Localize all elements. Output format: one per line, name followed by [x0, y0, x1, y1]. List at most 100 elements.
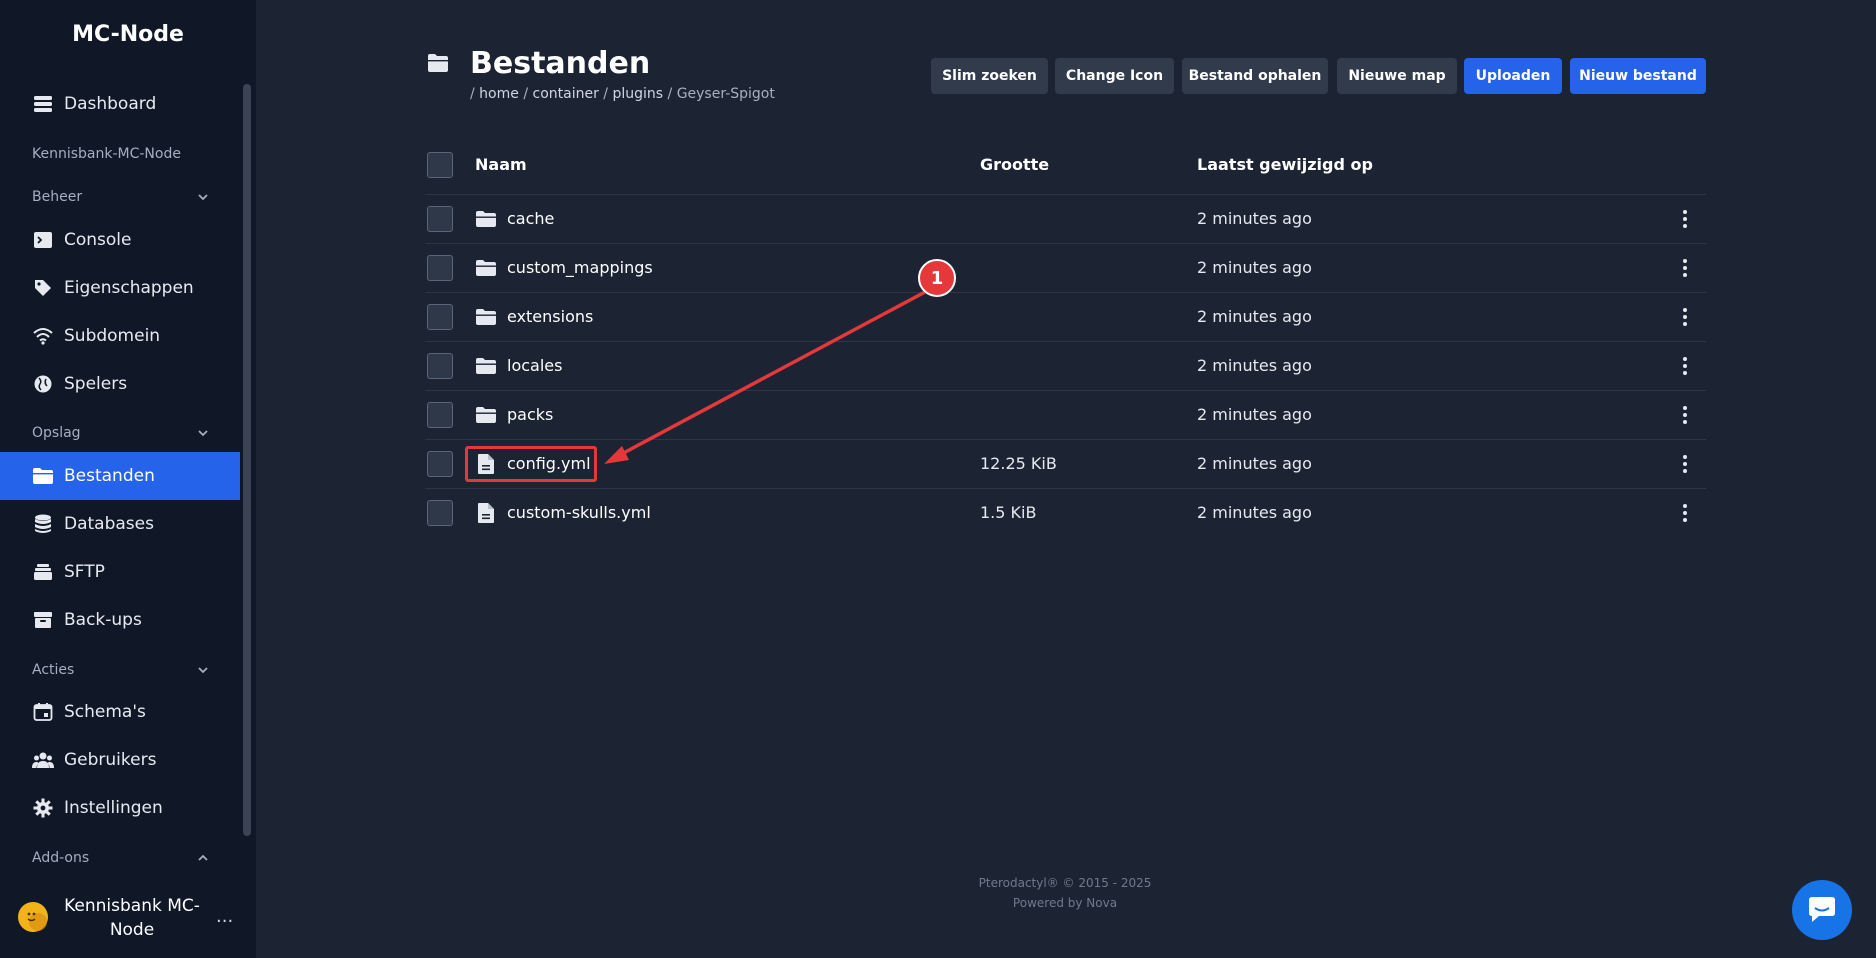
sidebar-item-instellingen[interactable]: Instellingen: [0, 784, 240, 832]
sidebar-item-eigenschappen[interactable]: Eigenschappen: [0, 264, 240, 312]
section-add-ons[interactable]: Add-ons: [32, 846, 210, 870]
sidebar-item-label: Dashboard: [64, 94, 157, 114]
sidebar-scrollbar[interactable]: [243, 84, 251, 836]
file-modified: 2 minutes ago: [1197, 258, 1312, 277]
column-header-modified[interactable]: Laatst gewijzigd op: [1197, 155, 1373, 174]
upload-button[interactable]: Uploaden: [1464, 58, 1562, 94]
row-checkbox[interactable]: [427, 255, 453, 281]
folder-icon: [428, 54, 448, 72]
database-icon: [32, 513, 54, 535]
file-modified: 2 minutes ago: [1197, 209, 1312, 228]
file-name[interactable]: custom-skulls.yml: [507, 503, 651, 522]
breadcrumb-separator: /: [603, 86, 609, 102]
column-header-name[interactable]: Naam: [475, 155, 527, 174]
user-profile[interactable]: Kennisbank MC-Node ...: [0, 892, 256, 948]
gear-icon: [32, 797, 54, 819]
sidebar-item-label: Eigenschappen: [64, 278, 194, 298]
row-menu-icon[interactable]: [1677, 501, 1693, 525]
sidebar-item-label: Instellingen: [64, 798, 163, 818]
row-menu-icon[interactable]: [1677, 256, 1693, 280]
row-menu-icon[interactable]: [1677, 305, 1693, 329]
table-row[interactable]: packs 2 minutes ago: [425, 390, 1706, 439]
sidebar: MC-Node Dashboard Kennisbank-MC-Node Beh…: [0, 0, 256, 958]
smart-search-button[interactable]: Slim zoeken: [931, 58, 1048, 94]
file-modified: 2 minutes ago: [1197, 405, 1312, 424]
section-label: Acties: [32, 662, 75, 678]
column-header-size[interactable]: Grootte: [980, 155, 1049, 174]
row-checkbox[interactable]: [427, 451, 453, 477]
row-checkbox[interactable]: [427, 304, 453, 330]
row-checkbox[interactable]: [427, 353, 453, 379]
server-stack-icon: [32, 93, 54, 115]
users-icon: [32, 749, 54, 771]
change-icon-button[interactable]: Change Icon: [1055, 58, 1174, 94]
chevron-up-icon: [198, 854, 208, 861]
chevron-down-icon: [198, 430, 208, 437]
file-name[interactable]: cache: [507, 209, 554, 228]
file-name[interactable]: extensions: [507, 307, 593, 326]
annotation-marker: 1: [918, 259, 956, 297]
sidebar-item-bestanden[interactable]: Bestanden: [0, 452, 240, 500]
sidebar-item-back-ups[interactable]: Back-ups: [0, 596, 240, 644]
new-file-button[interactable]: Nieuw bestand: [1570, 58, 1706, 94]
sidebar-item-gebruikers[interactable]: Gebruikers: [0, 736, 240, 784]
table-row[interactable]: locales 2 minutes ago: [425, 341, 1706, 390]
row-menu-icon[interactable]: [1677, 452, 1693, 476]
section-label: Beheer: [32, 189, 83, 205]
sidebar-item-sftp[interactable]: SFTP: [0, 548, 240, 596]
sidebar-item-spelers[interactable]: Spelers: [0, 360, 240, 408]
folder-icon: [476, 407, 496, 423]
globe-icon: [32, 373, 54, 395]
breadcrumb-item-container[interactable]: container: [533, 86, 599, 102]
sidebar-item-subdomein[interactable]: Subdomein: [0, 312, 240, 360]
section-acties[interactable]: Acties: [32, 658, 210, 682]
more-options-icon[interactable]: ...: [216, 906, 233, 927]
breadcrumb-item-plugins[interactable]: plugins: [612, 86, 663, 102]
table-row[interactable]: cache 2 minutes ago: [425, 194, 1706, 243]
file-size: 1.5 KiB: [980, 503, 1037, 522]
footer-copyright: Pterodactyl® © 2015 - 2025: [978, 876, 1152, 890]
new-folder-button[interactable]: Nieuwe map: [1337, 58, 1457, 94]
table-row[interactable]: extensions 2 minutes ago: [425, 292, 1706, 341]
row-checkbox[interactable]: [427, 206, 453, 232]
sidebar-item-schemas[interactable]: Schema's: [0, 688, 240, 736]
user-name: Kennisbank MC-Node: [64, 896, 200, 940]
sidebar-item-label: Spelers: [64, 374, 128, 394]
row-menu-icon[interactable]: [1677, 207, 1693, 231]
select-all-checkbox[interactable]: [427, 152, 453, 178]
breadcrumb-item-home[interactable]: home: [479, 86, 519, 102]
section-opslag[interactable]: Opslag: [32, 421, 210, 445]
footer: Pterodactyl® © 2015 - 2025 Powered by No…: [900, 873, 1230, 913]
sidebar-item-dashboard[interactable]: Dashboard: [0, 80, 240, 128]
chat-button[interactable]: [1792, 880, 1852, 940]
breadcrumb-separator: /: [523, 86, 529, 102]
row-menu-icon[interactable]: [1677, 403, 1693, 427]
row-menu-icon[interactable]: [1677, 354, 1693, 378]
chevron-down-icon: [198, 667, 208, 674]
sidebar-item-console[interactable]: Console: [0, 216, 240, 264]
file-modified: 2 minutes ago: [1197, 454, 1312, 473]
footer-powered-by: Powered by Nova: [1012, 896, 1118, 910]
wifi-icon: [32, 325, 54, 347]
sidebar-item-label: Schema's: [64, 702, 146, 722]
file-name[interactable]: locales: [507, 356, 562, 375]
avatar: [18, 902, 48, 932]
file-name[interactable]: packs: [507, 405, 553, 424]
sidebar-item-label: Subdomein: [64, 326, 161, 346]
table-row[interactable]: custom_mappings 2 minutes ago: [425, 243, 1706, 292]
brand-title[interactable]: MC-Node: [0, 22, 256, 47]
file-modified: 2 minutes ago: [1197, 356, 1312, 375]
row-checkbox[interactable]: [427, 500, 453, 526]
table-row[interactable]: custom-skulls.yml 1.5 KiB 2 minutes ago: [425, 488, 1706, 537]
section-label: Kennisbank-MC-Node: [32, 146, 181, 162]
file-name[interactable]: custom_mappings: [507, 258, 653, 277]
folder-icon: [476, 309, 496, 325]
calendar-icon: [32, 701, 54, 723]
section-beheer[interactable]: Beheer: [32, 185, 210, 209]
sidebar-item-databases[interactable]: Databases: [0, 500, 240, 548]
file-text-icon: [478, 503, 494, 523]
fetch-file-button[interactable]: Bestand ophalen: [1182, 58, 1328, 94]
archive-icon: [32, 609, 54, 631]
table-row[interactable]: config.yml 12.25 KiB 2 minutes ago: [425, 439, 1706, 488]
row-checkbox[interactable]: [427, 402, 453, 428]
